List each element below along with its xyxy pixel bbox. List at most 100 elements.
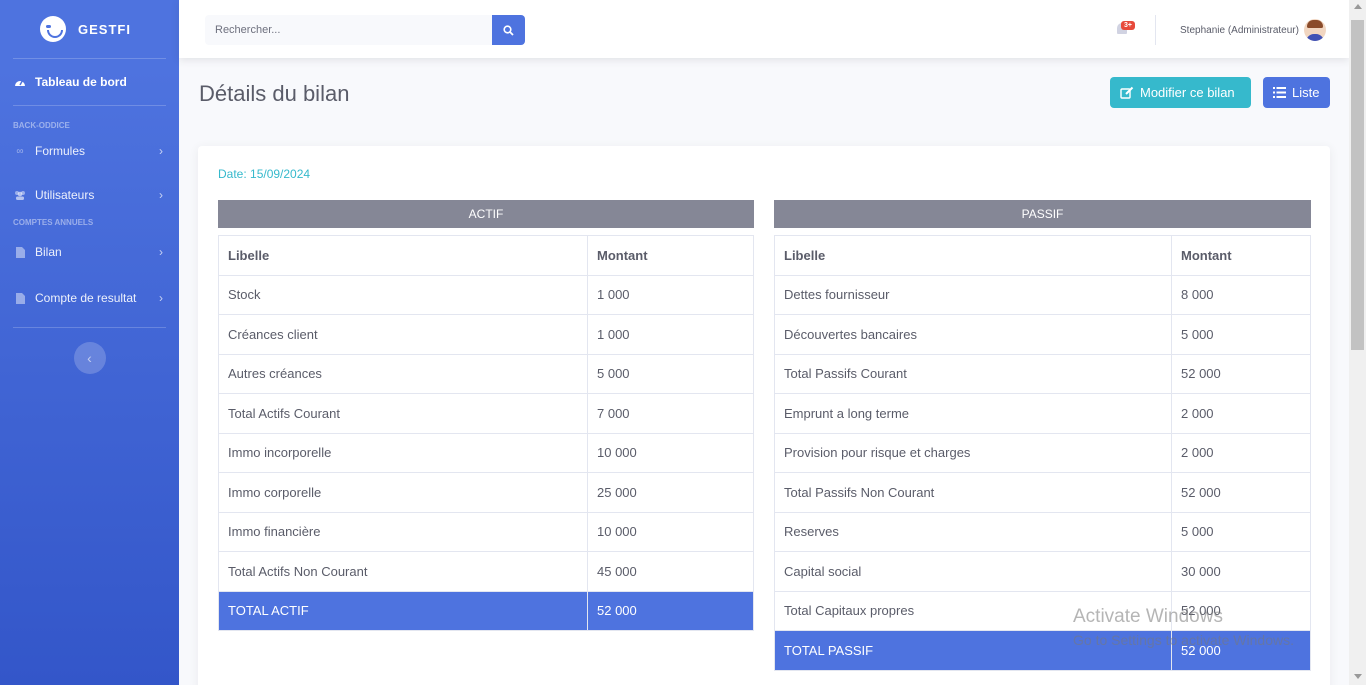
chevron-right-icon: › [159,291,163,305]
row-amount: 52 000 [1171,472,1311,513]
page-title: Détails du bilan [199,81,350,106]
row-amount: 1 000 [587,314,754,355]
sidebar-item-label: Formules [35,144,86,158]
table-row: Total Actifs Courant 7 000 [218,393,754,434]
table-row: Reserves 5 000 [774,511,1311,552]
list-label: Liste [1292,85,1320,100]
column-header: Libelle [218,235,588,276]
wink-face-icon [40,16,66,42]
search-icon [503,24,514,36]
table-header-row: Libelle Montant [774,235,1311,276]
table-row: Total Passifs Courant 52 000 [774,353,1311,394]
sidebar: GESTFI Tableau de bord BACK-ODDICE ∞ For… [0,0,179,685]
user-name[interactable]: Stephanie (Administrateur) [1180,25,1299,36]
row-label: Provision pour risque et charges [774,432,1172,473]
topbar-divider [1155,15,1156,45]
table-header-row: Libelle Montant [218,235,754,276]
table-row: Provision pour risque et charges 2 000 [774,432,1311,473]
search-input[interactable] [205,15,492,45]
edit-icon [1120,86,1134,100]
row-label: Dettes fournisseur [774,274,1172,315]
table-row: Autres créances 5 000 [218,353,754,394]
edit-bilan-button[interactable]: Modifier ce bilan [1110,77,1251,108]
users-icon [13,189,27,201]
row-label: Total Actifs Non Courant [218,551,588,592]
sidebar-heading-backoffice: BACK-ODDICE [13,121,70,130]
table-row: Découvertes bancaires 5 000 [774,314,1311,355]
row-label: Créances client [218,314,588,355]
table-row: Immo incorporelle 10 000 [218,432,754,473]
sidebar-item-label: Tableau de bord [35,75,127,89]
topbar: 3+ Stephanie (Administrateur) [179,0,1349,58]
total-label: TOTAL ACTIF [218,590,588,631]
row-label: Capital social [774,551,1172,592]
total-row: TOTAL ACTIF 52 000 [218,590,754,631]
row-amount: 25 000 [587,472,754,513]
table-row: Total Actifs Non Courant 45 000 [218,551,754,592]
row-amount: 5 000 [1171,511,1311,552]
brand[interactable]: GESTFI [0,0,179,58]
row-amount: 1 000 [587,274,754,315]
scroll-down-arrow-icon[interactable] [1354,674,1362,679]
total-label: TOTAL PASSIF [774,630,1172,671]
table-row: Emprunt a long terme 2 000 [774,393,1311,434]
list-button[interactable]: Liste [1263,77,1330,108]
alerts-badge: 3+ [1121,21,1135,30]
passif-section: PASSIF Libelle Montant Dettes fournisseu… [774,200,1311,671]
row-label: Total Capitaux propres [774,590,1172,631]
table-row: Capital social 30 000 [774,551,1311,592]
row-amount: 2 000 [1171,393,1311,434]
infinity-icon: ∞ [16,145,24,157]
scrollbar-thumb[interactable] [1351,20,1364,350]
bilan-date: Date: 15/09/2024 [218,167,311,181]
table-row: Immo corporelle 25 000 [218,472,754,513]
sidebar-item-label: Compte de resultat [35,291,137,305]
total-row: TOTAL PASSIF 52 000 [774,630,1311,671]
table-row: Total Passifs Non Courant 52 000 [774,472,1311,513]
search-button[interactable] [492,15,525,45]
row-amount: 7 000 [587,393,754,434]
row-label: Total Actifs Courant [218,393,588,434]
column-header: Montant [1171,235,1311,276]
row-label: Reserves [774,511,1172,552]
sidebar-item-label: Utilisateurs [35,188,95,202]
column-header: Montant [587,235,754,276]
avatar[interactable] [1304,19,1326,41]
chevron-right-icon: › [159,245,163,259]
sidebar-item-compte-resultat[interactable]: Compte de resultat › [0,277,179,319]
sidebar-toggle-button[interactable]: ‹ [73,342,106,374]
row-label: Total Passifs Courant [774,353,1172,394]
row-label: Immo incorporelle [218,432,588,473]
passif-header: PASSIF [774,200,1311,228]
actif-header: ACTIF [218,200,754,228]
table-row: Créances client 1 000 [218,314,754,355]
passif-table: Libelle Montant Dettes fournisseur 8 000 … [774,235,1311,671]
sidebar-item-utilisateurs[interactable]: Utilisateurs › [0,172,179,218]
row-label: Autres créances [218,353,588,394]
sidebar-item-bilan[interactable]: Bilan › [0,227,179,277]
actif-table: Libelle Montant Stock 1 000 Créances clie… [218,235,754,631]
sidebar-item-label: Bilan [35,245,62,259]
row-amount: 2 000 [1171,432,1311,473]
sidebar-divider [13,105,166,106]
scroll-up-arrow-icon[interactable] [1354,4,1362,9]
file-icon [13,246,27,258]
brand-name: GESTFI [78,21,131,37]
sidebar-item-dashboard[interactable]: Tableau de bord [0,59,179,105]
table-row: Total Capitaux propres 52 000 [774,590,1311,631]
row-label: Découvertes bancaires [774,314,1172,355]
row-amount: 45 000 [587,551,754,592]
bilan-card: Date: 15/09/2024 ACTIF Libelle Montant S… [198,146,1330,685]
row-amount: 5 000 [587,353,754,394]
sidebar-item-formules[interactable]: ∞ Formules › [0,130,179,172]
row-label: Total Passifs Non Courant [774,472,1172,513]
row-label: Immo financière [218,511,588,552]
chevron-right-icon: › [159,188,163,202]
sidebar-divider [13,327,166,328]
table-row: Stock 1 000 [218,274,754,315]
row-label: Immo corporelle [218,472,588,513]
page-scrollbar[interactable] [1349,0,1366,685]
edit-bilan-label: Modifier ce bilan [1140,85,1235,100]
row-amount: 10 000 [587,432,754,473]
column-header: Libelle [774,235,1172,276]
